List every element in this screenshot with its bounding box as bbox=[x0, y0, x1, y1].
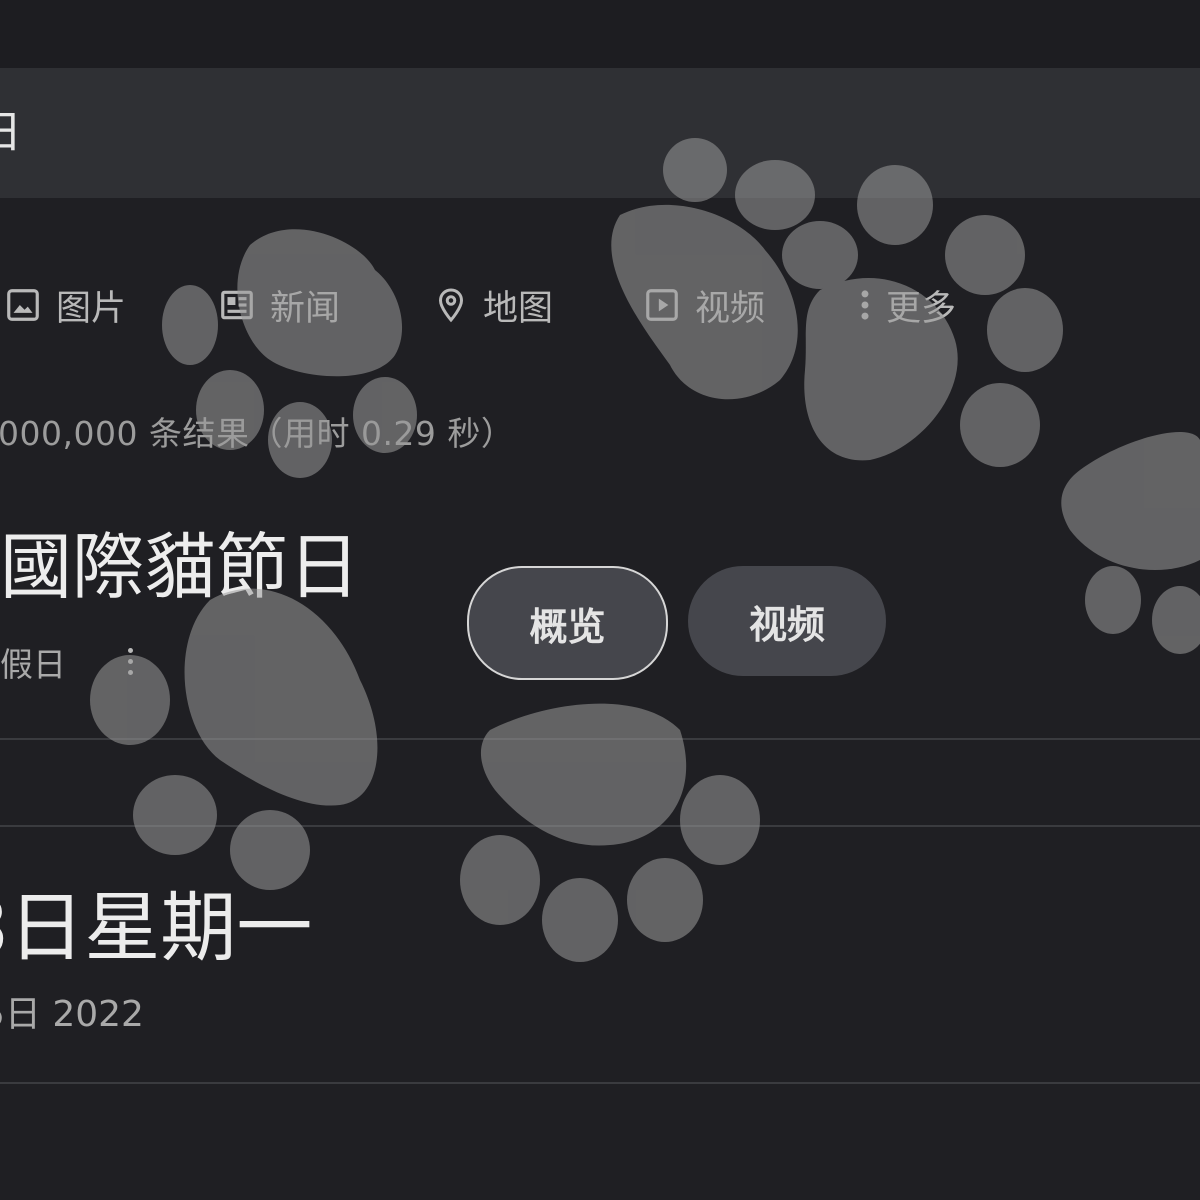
video-icon bbox=[646, 289, 678, 321]
tab-maps[interactable]: 地图 bbox=[433, 270, 553, 340]
search-input-text[interactable]: 日 bbox=[0, 108, 22, 158]
tab-images[interactable]: 图片 bbox=[4, 270, 126, 340]
entity-title: 國際貓節日 bbox=[0, 525, 361, 609]
tab-news[interactable]: 新闻 bbox=[218, 270, 340, 340]
map-pin-icon bbox=[438, 288, 464, 323]
entity-more-options-icon[interactable] bbox=[120, 642, 140, 682]
entity-subtitle: 假日 bbox=[0, 645, 66, 684]
tab-images-label: 图片 bbox=[56, 288, 127, 329]
top-bar bbox=[0, 0, 1200, 68]
more-vert-icon bbox=[861, 290, 869, 320]
tab-more[interactable]: 更多 bbox=[858, 270, 956, 340]
tab-maps-label: 地图 bbox=[483, 288, 554, 329]
tab-videos-label: 视频 bbox=[695, 288, 766, 329]
tab-videos[interactable]: 视频 bbox=[643, 270, 765, 340]
divider bbox=[0, 1082, 1200, 1084]
videos-chip-button[interactable]: 视频 bbox=[688, 566, 886, 676]
tab-news-label: 新闻 bbox=[270, 288, 341, 329]
paw-print-icon bbox=[1061, 431, 1200, 654]
search-tabs: 图片 新闻 地图 视频 更多 bbox=[0, 270, 1200, 340]
search-bar[interactable] bbox=[0, 68, 1200, 198]
search-results-page: 日 图片 新闻 地图 bbox=[0, 0, 1200, 1200]
result-stats: 000,000 条结果（用时 0.29 秒） bbox=[0, 414, 515, 453]
divider bbox=[0, 738, 1200, 740]
date-answer-sub: 5日 2022 bbox=[0, 994, 144, 1035]
overview-chip-button[interactable]: 概览 bbox=[467, 566, 668, 680]
news-icon bbox=[221, 290, 253, 320]
image-icon bbox=[7, 289, 39, 321]
paw-print-icon bbox=[460, 703, 760, 962]
tab-more-label: 更多 bbox=[886, 288, 957, 329]
date-answer-main: 8日星期一 bbox=[0, 883, 313, 972]
divider bbox=[0, 825, 1200, 827]
